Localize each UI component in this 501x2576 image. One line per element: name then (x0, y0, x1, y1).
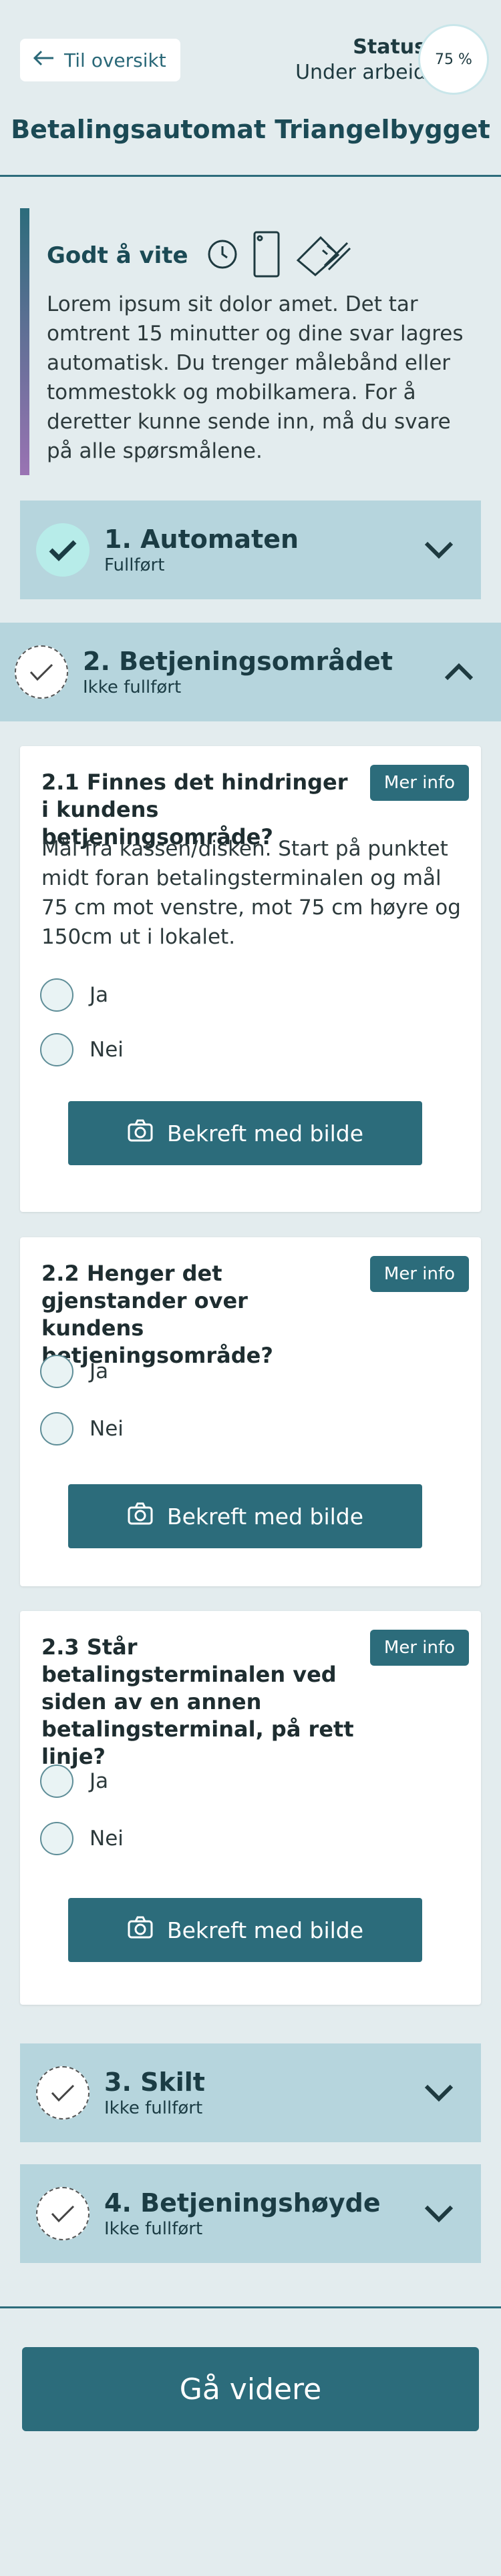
page-title: Betalingsautomat Triangelbygget (11, 115, 490, 144)
section-status: Ikke fullført (104, 2219, 203, 2239)
option-nei[interactable]: Nei (40, 1822, 124, 1855)
clock-icon (206, 238, 239, 274)
footer-divider (0, 2306, 501, 2308)
camera-icon (127, 1915, 154, 1945)
button-label: Bekreft med bilde (166, 1120, 364, 1147)
question-title: 2.3 Står betalingsterminalen ved siden a… (41, 1634, 354, 1769)
status-block: Status Under arbeid (295, 35, 426, 85)
question-card: 2.2 Henger det gjenstander over kundens … (20, 1237, 481, 1586)
section-betjeningsomradet[interactable]: 2. Betjeningsområdet Ikke fullført (0, 623, 501, 721)
info-title: Godt å vite (47, 242, 188, 269)
progress-label: 75 % (435, 51, 472, 68)
option-label: Nei (90, 1827, 124, 1851)
arrow-left-icon (32, 49, 55, 71)
option-ja[interactable]: Ja (40, 978, 108, 1012)
radio-button[interactable] (40, 978, 73, 1012)
option-nei[interactable]: Nei (40, 1412, 124, 1445)
back-to-overview-button[interactable]: Til oversikt (20, 39, 180, 81)
more-info-button[interactable]: Mer info (370, 1630, 469, 1666)
more-info-button[interactable]: Mer info (370, 1256, 469, 1292)
section-skilt[interactable]: 3. Skilt Ikke fullført (20, 2043, 481, 2142)
more-info-button[interactable]: Mer info (370, 765, 469, 801)
camera-icon (127, 1118, 154, 1148)
check-incomplete-icon (36, 2187, 90, 2240)
confirm-with-photo-button[interactable]: Bekreft med bilde (68, 1898, 422, 1962)
option-label: Ja (90, 1359, 109, 1383)
check-complete-icon (36, 523, 90, 577)
phone-icon (253, 230, 281, 281)
option-label: Nei (90, 1038, 124, 1062)
button-label: Bekreft med bilde (166, 1917, 364, 1943)
option-nei[interactable]: Nei (40, 1033, 124, 1066)
radio-button[interactable] (40, 1764, 73, 1798)
chevron-up-icon (444, 662, 474, 682)
status-title: Status (353, 35, 426, 59)
section-title: 4. Betjeningshøyde (104, 2188, 381, 2218)
option-ja[interactable]: Ja (40, 1764, 108, 1798)
info-box: Godt å vite Lorem ipsum sit dolor amet. … (20, 208, 481, 475)
check-incomplete-icon (15, 645, 68, 699)
question-card: 2.3 Står betalingsterminalen ved siden a… (20, 1611, 481, 2005)
button-label: Bekreft med bilde (166, 1503, 364, 1530)
check-incomplete-icon (36, 2066, 90, 2120)
question-description: Mål fra kassen/disken. Start på punktet … (41, 837, 461, 949)
back-label: Til oversikt (64, 49, 166, 71)
section-status: Fullført (104, 555, 165, 575)
info-text: Lorem ipsum sit dolor amet. Det tar omtr… (47, 292, 464, 463)
chevron-down-icon (424, 2083, 454, 2103)
confirm-with-photo-button[interactable]: Bekreft med bilde (68, 1101, 422, 1165)
radio-button[interactable] (40, 1822, 73, 1855)
radio-button[interactable] (40, 1355, 73, 1388)
section-title: 1. Automaten (104, 525, 299, 554)
option-label: Ja (90, 1769, 109, 1793)
section-status: Ikke fullført (83, 677, 182, 697)
radio-button[interactable] (40, 1412, 73, 1445)
continue-button[interactable]: Gå videre (22, 2347, 479, 2431)
question-title: 2.2 Henger det gjenstander over kundens … (41, 1261, 273, 1368)
status-value: Under arbeid (295, 61, 426, 84)
top-bar: Til oversikt Status Under arbeid 75 % Be… (0, 0, 501, 177)
section-betjeningshoyde[interactable]: 4. Betjeningshøyde Ikke fullført (20, 2164, 481, 2263)
question-card: 2.1 Finnes det hindringer i kundens betj… (20, 746, 481, 1212)
radio-button[interactable] (40, 1033, 73, 1066)
camera-icon (127, 1502, 154, 1531)
chevron-down-icon (424, 2204, 454, 2224)
option-label: Nei (90, 1417, 124, 1441)
ruler-icon (294, 231, 351, 280)
section-title: 2. Betjeningsområdet (83, 647, 393, 676)
confirm-with-photo-button[interactable]: Bekreft med bilde (68, 1484, 422, 1548)
option-ja[interactable]: Ja (40, 1355, 108, 1388)
section-automaten[interactable]: 1. Automaten Fullført (20, 501, 481, 599)
section-status: Ikke fullført (104, 2098, 203, 2118)
section-title: 3. Skilt (104, 2067, 205, 2097)
option-label: Ja (90, 983, 109, 1007)
chevron-down-icon (424, 540, 454, 560)
progress-indicator: 75 % (418, 24, 489, 95)
